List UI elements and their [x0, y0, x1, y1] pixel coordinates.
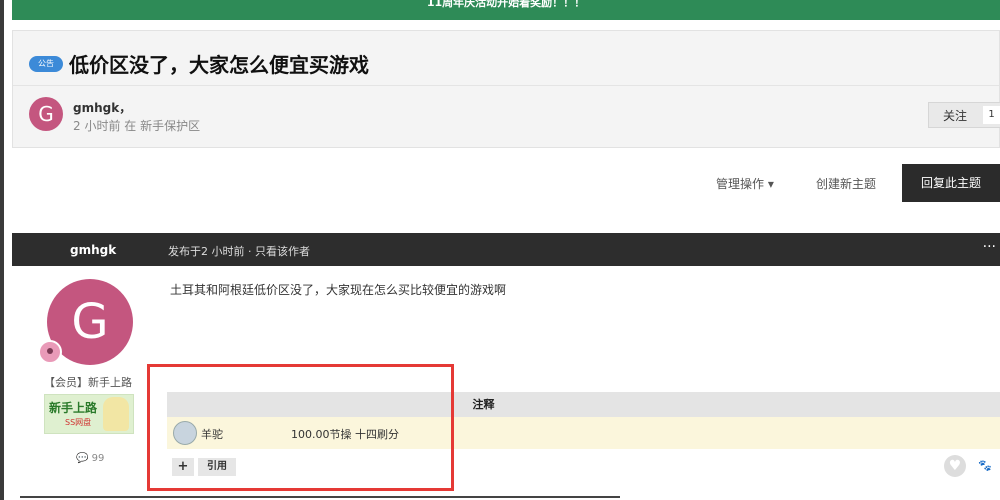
rank-badge-sub: SS网盘 — [65, 418, 92, 427]
rank-badge-figure — [103, 397, 129, 431]
follow-button[interactable]: 关注 1 — [928, 102, 1000, 128]
rank-icon — [38, 340, 62, 364]
highlight-box — [147, 364, 454, 491]
more-options-icon[interactable]: ··· — [983, 239, 996, 255]
window-edge — [0, 0, 4, 500]
rank-badge-text: 新手上路 — [49, 401, 98, 415]
title-row: 公告 低价区没了，大家怎么便宜买游戏 — [29, 49, 369, 78]
manage-button[interactable]: 管理操作 ▾ — [716, 175, 774, 192]
comment-icon: 💬 — [76, 453, 89, 464]
post-body: 土耳其和阿根廷低价区没了，大家现在怎么买比较便宜的游戏啊 — [170, 283, 507, 297]
post-time[interactable]: 发布于2 小时前 · 只看该作者 — [168, 243, 310, 259]
page-title: 低价区没了，大家怎么便宜买游戏 — [69, 53, 369, 77]
header-divider — [13, 85, 999, 86]
member-group: 【会员】新手上路 — [44, 376, 132, 389]
topic-badge: 公告 — [29, 55, 63, 72]
paw-icon[interactable]: 🐾 — [978, 459, 992, 472]
topic-header: 公告 低价区没了，大家怎么便宜买游戏 G gmhgk， 2 小时前 在 新手保护… — [12, 30, 1000, 148]
heart-icon[interactable]: ♥ — [944, 455, 966, 477]
post-author[interactable]: gmhgk — [70, 243, 116, 257]
announcement-banner[interactable]: 11周年庆活动开始着奖励！！！ — [12, 0, 1000, 20]
follow-count: 1 — [983, 106, 1000, 124]
post-count: 💬 99 — [76, 453, 104, 464]
post-header: gmhgk 发布于2 小时前 · 只看该作者 ··· — [12, 233, 1000, 266]
banner-text: 11周年庆活动开始着奖励！！！ — [426, 0, 586, 9]
topic-meta: 2 小时前 在 新手保护区 — [73, 119, 201, 133]
follow-label: 关注 — [943, 108, 968, 123]
post-count-value: 99 — [91, 453, 105, 464]
author-avatar[interactable]: G — [29, 97, 63, 131]
bottom-divider — [20, 496, 620, 498]
action-bar: 管理操作 ▾ 创建新主题 回复此主题 — [0, 164, 1000, 202]
rank-badge-image: 新手上路 SS网盘 — [44, 394, 134, 434]
reply-button[interactable]: 回复此主题 — [902, 164, 1000, 202]
create-topic-button[interactable]: 创建新主题 — [816, 175, 876, 192]
author-name[interactable]: gmhgk， — [73, 99, 131, 116]
